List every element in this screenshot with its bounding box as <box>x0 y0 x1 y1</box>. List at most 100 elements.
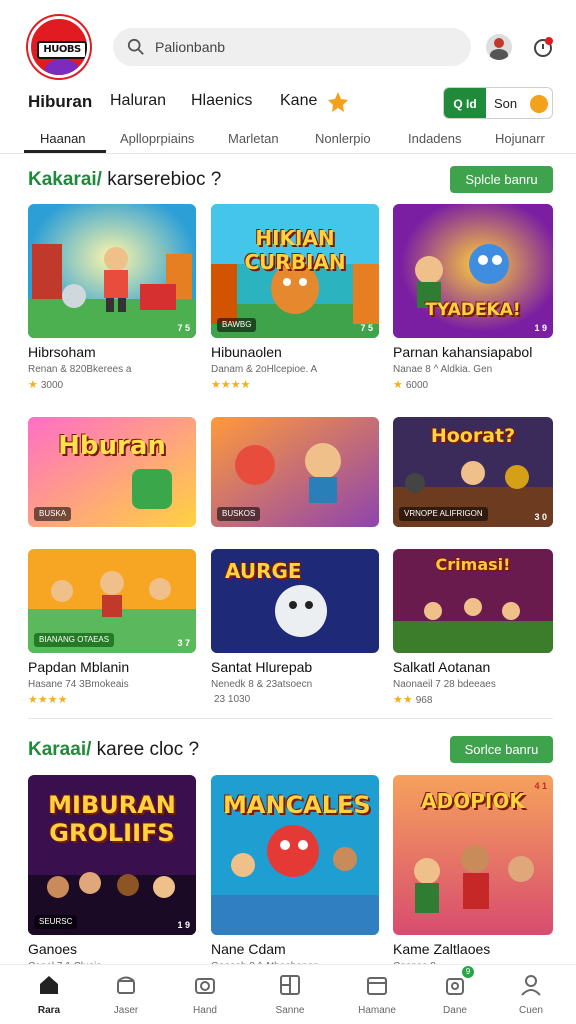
bottom-navigation: Rara Jaser Hand Sanne Hamane Dane Cuen <box>0 964 576 1024</box>
tab-indadens[interactable]: Indadens <box>408 131 462 146</box>
store-icon <box>117 976 135 994</box>
calendar-icon <box>367 977 387 995</box>
game-card[interactable]: Crimasi! Salkatl Aotanan Naonaeil 7 28 b… <box>393 549 553 706</box>
game-thumbnail[interactable]: MANCALES <box>211 775 379 935</box>
star-rating: ★ 3000 <box>28 378 196 391</box>
game-thumbnail[interactable]: Hoorat? VRNOPE ALIFRIGON 3 0 <box>393 417 553 527</box>
game-meta: Renan & 820Bkerees a <box>28 364 132 375</box>
nav-label: Dane <box>443 1005 467 1016</box>
game-title: Hibunaolen <box>211 344 282 360</box>
section-title-text: karee cloc ? <box>91 739 200 760</box>
game-meta: Nanae 8 ^ Aldkia. Gen <box>393 364 493 375</box>
rating-badge: 3 7 <box>177 638 190 648</box>
search-icon <box>127 38 144 55</box>
game-card[interactable]: Hoorat? VRNOPE ALIFRIGON 3 0 <box>393 417 553 527</box>
game-meta: Danam & 2oHlcepioe. A <box>211 364 318 375</box>
category-hiburan[interactable]: Hiburan <box>28 92 92 112</box>
section-title-text: karserebioc ? <box>101 169 222 190</box>
star-icon: ★ <box>393 379 403 391</box>
game-headline: Hoorat? <box>430 425 516 447</box>
tab-hojunarr[interactable]: Hojunarr <box>495 131 545 146</box>
game-card[interactable]: TYADEKA! 1 9 Parnan kahansiapabol Nanae … <box>393 204 553 391</box>
user-icon <box>521 975 541 996</box>
rating-badge: 3 0 <box>534 512 547 522</box>
search-bar[interactable]: Palionbanb <box>113 28 471 66</box>
rating-count: 3000 <box>40 380 64 391</box>
game-tag: BIANANG OTAEAS <box>34 633 115 647</box>
game-card[interactable]: AURGE Santat Hlurepab Nenedk 8 & 23atsoe… <box>211 549 379 705</box>
avatar[interactable] <box>486 34 512 60</box>
game-card[interactable]: MANCALES Nane Cdam Geoeab 8 ^ Athaobanen <box>211 775 379 972</box>
game-card[interactable]: MIBURAN GROLIIFS SEURSC 1 9 Ganoes Canal… <box>28 775 196 972</box>
game-title: Salkatl Aotanan <box>393 659 491 675</box>
mode-toggle[interactable]: Q Id Son <box>443 87 553 119</box>
home-icon <box>40 976 58 994</box>
game-meta: Hasane 74 3Bmokeais <box>28 679 129 690</box>
rating-badge: 7 5 <box>360 323 373 333</box>
star-icon: ★★★★ <box>28 694 68 706</box>
game-headline: HIKIAN CURBIAN <box>244 226 346 274</box>
game-title: Papdan Mblanin <box>28 659 130 675</box>
game-title: Nane Cdam <box>211 941 286 957</box>
nav-bag[interactable]: Dane <box>427 973 483 1016</box>
toggle-right[interactable]: Son <box>494 88 517 118</box>
game-thumbnail[interactable]: TYADEKA! 1 9 <box>393 204 553 338</box>
game-headline: Crimasi! <box>435 555 511 574</box>
game-headline: MIBURAN GROLIIFS <box>48 791 176 847</box>
game-thumbnail[interactable]: AURGE <box>211 549 379 653</box>
game-thumbnail[interactable]: HIKIAN CURBIAN BAWBG 7 5 <box>211 204 379 338</box>
category-kane[interactable]: Kane <box>280 92 317 110</box>
game-tag: BUSKA <box>34 507 72 521</box>
nav-calendar[interactable]: Hamane <box>349 973 405 1016</box>
game-meta: Nenedk 8 & 23atsoecn <box>211 679 313 690</box>
star-rating: ★★★★ <box>211 378 379 391</box>
game-thumbnail[interactable]: MIBURAN GROLIIFS SEURSC 1 9 <box>28 775 196 935</box>
game-card[interactable]: 7 5 Hibrsoham Renan & 820Bkerees a ★ 3000 <box>28 204 196 391</box>
nav-label: Hand <box>193 1005 217 1016</box>
nav-store[interactable]: Jaser <box>98 973 154 1016</box>
active-tab-indicator <box>24 150 106 153</box>
nav-camera[interactable]: Hand <box>177 973 233 1016</box>
rating-badge: 4 1 <box>534 781 547 791</box>
game-thumbnail[interactable]: Crimasi! <box>393 549 553 653</box>
category-haluran[interactable]: Haluran <box>110 92 166 110</box>
game-thumbnail[interactable]: 7 5 <box>28 204 196 338</box>
game-card[interactable]: BIANANG OTAEAS 3 7 Papdan Mblanin Hasane… <box>28 549 196 706</box>
notification-badge: 9 <box>462 966 474 978</box>
game-card[interactable]: Hburan BUSKA <box>28 417 196 527</box>
game-headline: Hburan <box>58 431 166 461</box>
app-screen: HUOBS Palionbanb Hiburan Haluran Hlaenic… <box>0 0 576 1024</box>
game-headline: MANCALES <box>223 791 371 819</box>
tab-nonlerpio[interactable]: Nonlerpio <box>315 131 371 146</box>
game-headline: AURGE <box>225 559 302 583</box>
toggle-left[interactable]: Q Id <box>444 88 486 118</box>
rating-count: 968 <box>415 695 433 706</box>
game-card[interactable]: BUSKOS <box>211 417 379 527</box>
camera-icon <box>195 978 215 994</box>
nav-profile[interactable]: Cuen <box>503 973 559 1016</box>
game-headline: ADOPIOK <box>421 789 525 813</box>
app-logo[interactable]: HUOBS <box>28 16 90 78</box>
see-all-button[interactable]: Sorlce banru <box>450 736 553 763</box>
game-thumbnail[interactable]: Hburan BUSKA <box>28 417 196 527</box>
nav-label: Jaser <box>113 1005 139 1016</box>
nav-label: Sanne <box>275 1005 305 1016</box>
nav-home[interactable]: Rara <box>21 973 77 1016</box>
game-card[interactable]: HIKIAN CURBIAN BAWBG 7 5 Hibunaolen Dana… <box>211 204 379 391</box>
tab-haanan[interactable]: Haanan <box>40 131 86 146</box>
see-all-button[interactable]: Splcle banru <box>450 166 553 193</box>
logo-text: HUOBS <box>37 41 87 59</box>
search-input[interactable]: Palionbanb <box>155 39 225 55</box>
game-thumbnail[interactable]: BIANANG OTAEAS 3 7 <box>28 549 196 653</box>
game-title: Santat Hlurepab <box>211 659 313 675</box>
tab-aplloprpiains[interactable]: Aplloprpiains <box>120 131 194 146</box>
game-card[interactable]: ADOPIOK 4 1 Kame Zaltlaoes Cgonco 8 <box>393 775 553 972</box>
game-thumbnail[interactable]: ADOPIOK 4 1 <box>393 775 553 935</box>
star-rating: ★★ 968 <box>393 693 553 706</box>
notification-icon[interactable] <box>530 34 556 60</box>
game-thumbnail[interactable]: BUSKOS <box>211 417 379 527</box>
category-hlaenics[interactable]: Hlaenics <box>191 92 252 110</box>
nav-grid[interactable]: Sanne <box>262 973 318 1016</box>
tab-marletan[interactable]: Marletan <box>228 131 279 146</box>
nav-label: Hamane <box>358 1005 396 1016</box>
